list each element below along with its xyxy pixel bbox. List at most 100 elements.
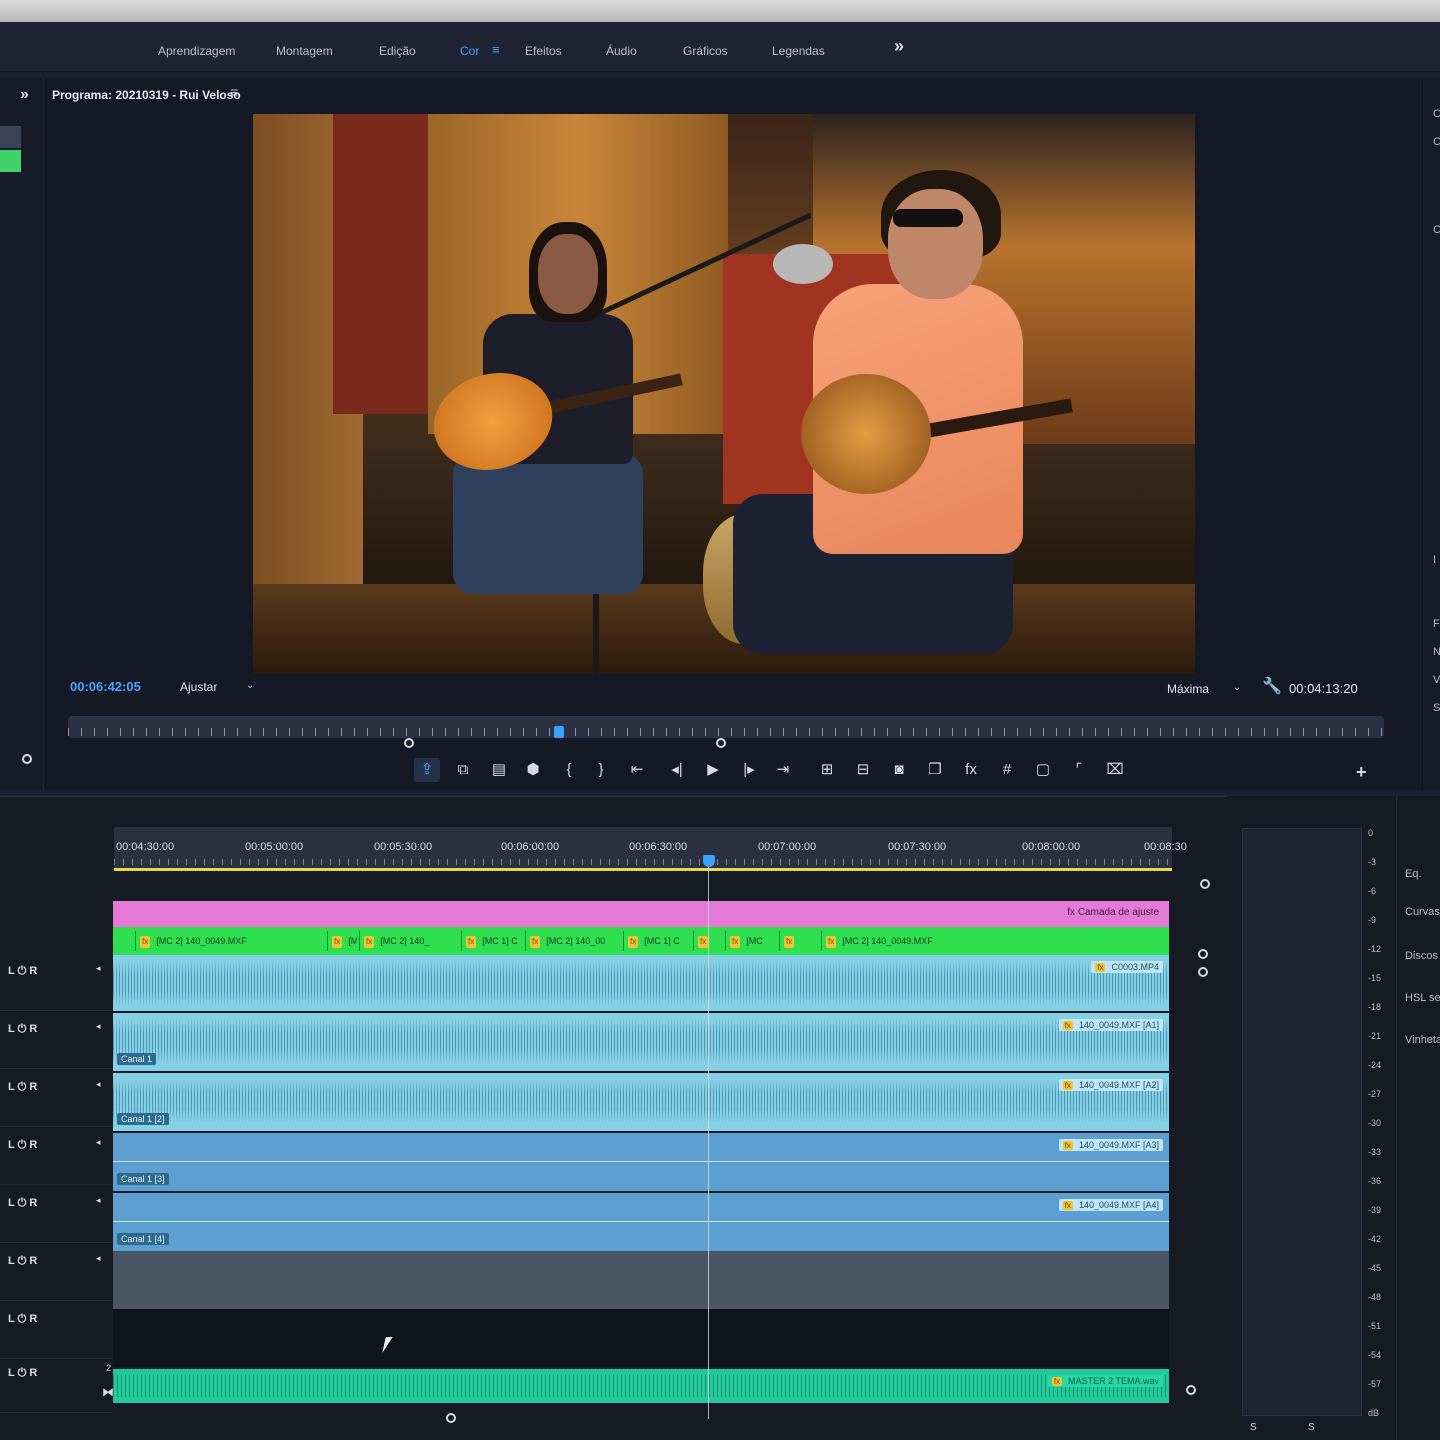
horizontal-zoom-handle[interactable] — [446, 1413, 456, 1423]
collapsed-panel-label[interactable]: S — [1433, 702, 1440, 714]
collapsed-panel-label[interactable]: I — [1433, 554, 1436, 566]
pan-knob[interactable]: L ⏻ R — [8, 1197, 37, 1210]
lumetri-section[interactable]: HSL se — [1405, 992, 1440, 1004]
camera-icon[interactable]: ◙ — [886, 758, 912, 782]
button-editor-icon[interactable]: + — [1356, 762, 1367, 783]
lumetri-section[interactable]: Discos — [1405, 950, 1438, 962]
zoom-handle[interactable] — [22, 754, 32, 764]
fit-dropdown[interactable]: Ajustar ⌄ — [180, 680, 260, 694]
collapsed-panel-label[interactable]: N — [1433, 646, 1440, 658]
video-clip[interactable]: fx [MC 2] 140_ — [359, 931, 457, 951]
tab-audio[interactable]: Áudio — [606, 44, 637, 58]
fx-icon[interactable]: fx — [958, 758, 984, 782]
extract-icon[interactable]: ▤ — [486, 758, 512, 782]
zoom-handle-right[interactable] — [716, 738, 726, 748]
pan-knob[interactable]: L ⏻ R — [8, 1255, 37, 1268]
collapsed-panel-label[interactable]: Co — [1433, 224, 1440, 236]
lift-icon[interactable]: ⧉ — [450, 758, 476, 782]
vr-icon[interactable]: ⌧ — [1102, 758, 1128, 782]
time-ruler[interactable] — [68, 716, 1384, 738]
quality-dropdown[interactable]: Máxima ⌄ — [1167, 682, 1247, 696]
panel-thumbnail[interactable] — [0, 126, 21, 148]
lumetri-section[interactable]: Vinheta — [1405, 1034, 1440, 1046]
collapsed-panel-label[interactable]: C — [1433, 108, 1440, 120]
timeline-ruler[interactable]: 00:04:30:00 00:05:00:00 00:05:30:00 00:0… — [114, 827, 1187, 871]
hamburger-icon[interactable]: ≡ — [492, 42, 500, 57]
pan-knob[interactable]: L ⏻ R — [8, 1139, 37, 1152]
collapse-track-icon[interactable]: ◂ — [96, 1137, 101, 1148]
go-to-end-icon[interactable]: ⧓ — [102, 1385, 114, 1399]
audio-clip[interactable]: fx 140_0049.MXF [A3] Canal 1 [3] — [113, 1133, 1169, 1191]
pan-knob[interactable]: L ⏻ R — [8, 1313, 37, 1326]
collapse-track-icon[interactable]: ◂ — [96, 1079, 101, 1090]
panel-thumbnail-selected[interactable] — [0, 150, 21, 172]
audio-clip[interactable]: fx 140_0049.MXF [A4] Canal 1 [4] — [113, 1193, 1169, 1251]
scroll-handle[interactable] — [1186, 1385, 1196, 1395]
play-icon[interactable]: ▶ — [700, 758, 726, 782]
solo-button[interactable]: S — [1250, 1422, 1257, 1433]
compare-icon[interactable]: ❐ — [922, 758, 948, 782]
collapse-track-icon[interactable]: ◂ — [96, 1253, 101, 1264]
collapsed-panel-label[interactable]: F — [1433, 618, 1440, 630]
scroll-handle[interactable] — [1198, 949, 1208, 959]
pan-knob[interactable]: L ⏻ R — [8, 965, 37, 978]
tab-cor[interactable]: Cor — [460, 44, 479, 58]
tab-aprendizagem[interactable]: Aprendizagem — [158, 44, 235, 58]
video-clip[interactable]: fx [M — [327, 931, 357, 951]
safe-margins-icon[interactable]: # — [994, 758, 1020, 782]
video-clip[interactable]: fx [MC 1] C — [623, 931, 691, 951]
collapse-track-icon[interactable]: ◂ — [96, 963, 101, 974]
expand-panel-icon[interactable]: » — [20, 86, 29, 104]
playhead-handle[interactable] — [554, 726, 564, 738]
collapsed-panel-label[interactable]: V — [1433, 674, 1440, 686]
pan-knob[interactable]: L ⏻ R — [8, 1367, 37, 1380]
mark-in-icon[interactable]: { — [556, 758, 582, 782]
pan-knob[interactable]: L ⏻ R — [8, 1023, 37, 1036]
playhead-timecode[interactable]: 00:06:42:05 — [70, 679, 141, 694]
tab-legendas[interactable]: Legendas — [772, 44, 825, 58]
collapse-track-icon[interactable]: ◂ — [96, 1021, 101, 1032]
tab-graficos[interactable]: Gráficos — [683, 44, 728, 58]
empty-audio-track[interactable] — [113, 1251, 1169, 1309]
video-clip[interactable]: fx [MC 2] 140_0049.MXF — [135, 931, 327, 951]
comparison-view-icon[interactable]: ⌜ — [1066, 758, 1092, 782]
tab-edicao[interactable]: Edição — [379, 44, 416, 58]
marker-icon[interactable]: ⬢ — [520, 758, 546, 782]
pan-knob[interactable]: L ⏻ R — [8, 1081, 37, 1094]
master-audio-clip[interactable]: fx MASTER 2 TEMA.wav — [113, 1369, 1169, 1403]
video-clip[interactable]: fx [MC — [725, 931, 777, 951]
video-clip[interactable]: fx [MC 2] 140_00 — [525, 931, 621, 951]
multicam-icon[interactable]: ▢ — [1030, 758, 1056, 782]
collapsed-panel-label[interactable]: C — [1433, 136, 1440, 148]
adjustment-layer-clip[interactable]: fx Camada de ajuste — [113, 901, 1169, 927]
scroll-handle[interactable] — [1200, 879, 1210, 889]
wrench-icon[interactable]: 🔧 — [1262, 676, 1282, 696]
timeline-playhead-handle[interactable] — [703, 855, 715, 867]
video-clip[interactable]: fx [MC 1] C — [461, 931, 523, 951]
go-to-out-icon[interactable]: ⇥ — [770, 758, 796, 782]
step-forward-icon[interactable]: |▸ — [736, 758, 762, 782]
lumetri-section[interactable]: Eq. — [1405, 868, 1422, 880]
overwrite-icon[interactable]: ⊟ — [850, 758, 876, 782]
audio-clip[interactable]: fx 140_0049.MXF [A2] Canal 1 [2] — [113, 1073, 1169, 1131]
go-to-in-icon[interactable]: ⇤ — [624, 758, 650, 782]
zoom-handle-left[interactable] — [404, 738, 414, 748]
work-area-bar[interactable] — [114, 868, 1172, 871]
export-frame-icon[interactable]: ⇪ — [414, 758, 440, 782]
lumetri-section[interactable]: Curvas — [1405, 906, 1440, 918]
video-clip[interactable]: fx — [779, 931, 819, 951]
double-chevron-right-icon[interactable]: » — [894, 36, 904, 57]
empty-audio-track[interactable] — [113, 1309, 1169, 1367]
tab-montagem[interactable]: Montagem — [276, 44, 333, 58]
scroll-handle[interactable] — [1198, 967, 1208, 977]
panel-menu-icon[interactable]: ≡ — [230, 84, 238, 100]
solo-button[interactable]: S — [1308, 1422, 1315, 1433]
tab-efeitos[interactable]: Efeitos — [525, 44, 562, 58]
collapse-track-icon[interactable]: ◂ — [96, 1195, 101, 1206]
mark-out-icon[interactable]: } — [588, 758, 614, 782]
audio-clip[interactable]: fx C0003.MP4 — [113, 955, 1169, 1011]
insert-icon[interactable]: ⊞ — [814, 758, 840, 782]
step-back-icon[interactable]: ◂| — [664, 758, 690, 782]
video-clip[interactable]: fx — [693, 931, 721, 951]
video-clip[interactable]: fx [MC 2] 140_0049.MXF — [821, 931, 1167, 951]
